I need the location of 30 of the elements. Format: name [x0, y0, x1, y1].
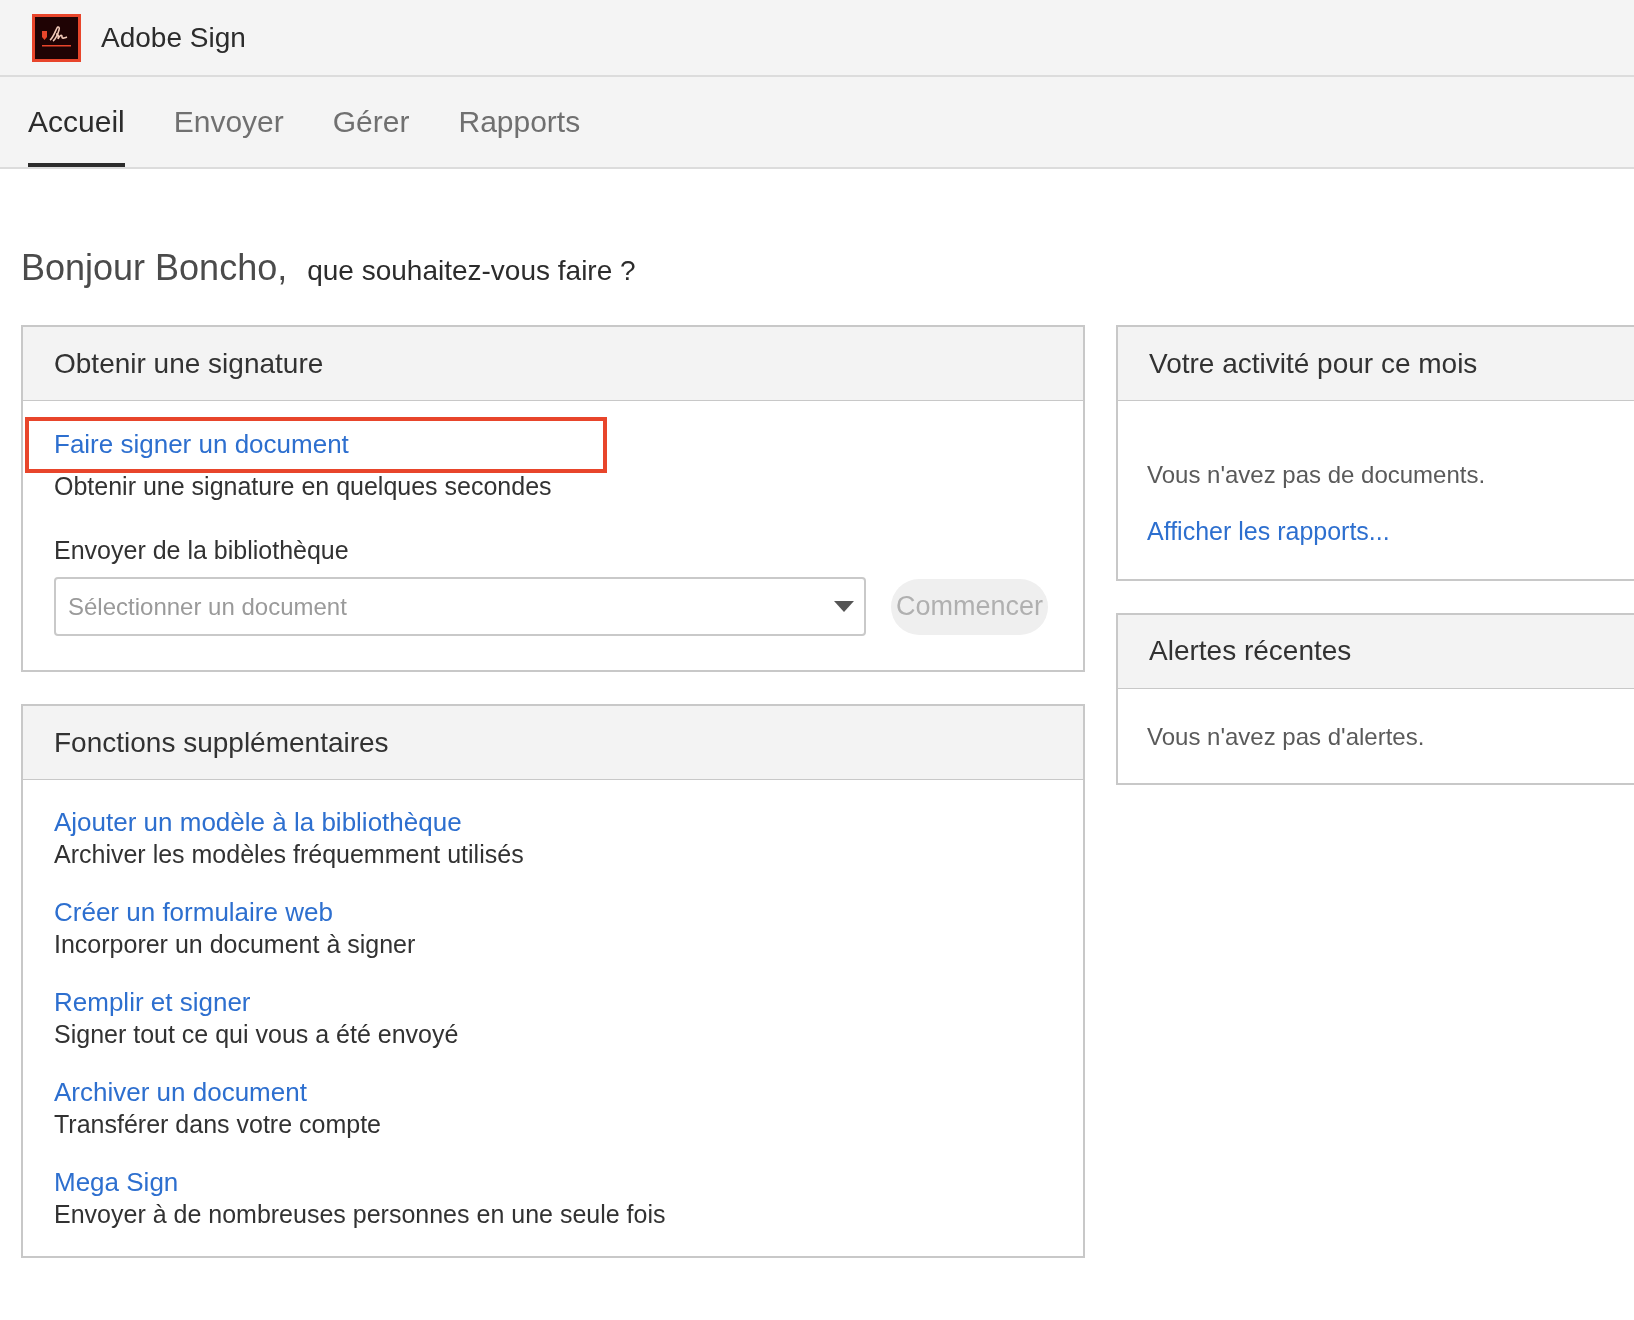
feature-description: Archiver les modèles fréquemment utilisés — [54, 839, 524, 870]
nav-tab[interactable]: Accueil — [28, 75, 125, 167]
greeting-question: que souhaitez-vous faire ? — [307, 254, 636, 288]
signature-logo-icon — [32, 13, 81, 62]
feature-link[interactable]: Archiver un document — [54, 1076, 307, 1108]
document-select[interactable]: Sélectionner un document — [54, 577, 866, 636]
feature-link[interactable]: Mega Sign — [54, 1166, 179, 1198]
library-label: Envoyer de la bibliothèque — [54, 534, 350, 566]
card-title: Votre activité pour ce mois — [1149, 346, 1478, 381]
nav-tab[interactable]: Envoyer — [173, 75, 284, 167]
feature-link[interactable]: Ajouter un modèle à la bibliothèque — [54, 806, 462, 838]
reports-link[interactable]: Afficher les rapports... — [1147, 513, 1390, 551]
card-title: Obtenir une signature — [54, 346, 324, 381]
caret-icon — [834, 601, 854, 612]
card-title: Fonctions supplémentaires — [54, 725, 389, 760]
feature-description: Signer tout ce qui vous a été envoyé — [54, 1019, 459, 1050]
feature-description: Incorporer un document à signer — [54, 929, 416, 960]
feature-description: Envoyer à de nombreuses personnes en une seule fois — [54, 1199, 666, 1230]
nav-tab[interactable]: Gérer — [332, 75, 410, 167]
nav-tab[interactable]: Rapports — [458, 75, 581, 167]
feature-description: Transférer dans votre compte — [54, 1109, 381, 1140]
action-link[interactable]: Faire signer un document — [54, 429, 349, 459]
activity-message: Vous n'avez pas de documents. — [1147, 460, 1486, 490]
card-title: Alertes récentes — [1149, 634, 1352, 668]
app-name: Adobe Sign — [101, 20, 246, 55]
action-description: Obtenir une signature en quelques secondes — [54, 471, 553, 502]
feature-link[interactable]: Remplir et signer — [54, 986, 251, 1018]
alerts-message: Vous n'avez pas d'alertes. — [1147, 722, 1425, 750]
greeting-name: Bonjour Boncho, — [21, 246, 288, 290]
feature-link[interactable]: Créer un formulaire web — [54, 896, 333, 928]
